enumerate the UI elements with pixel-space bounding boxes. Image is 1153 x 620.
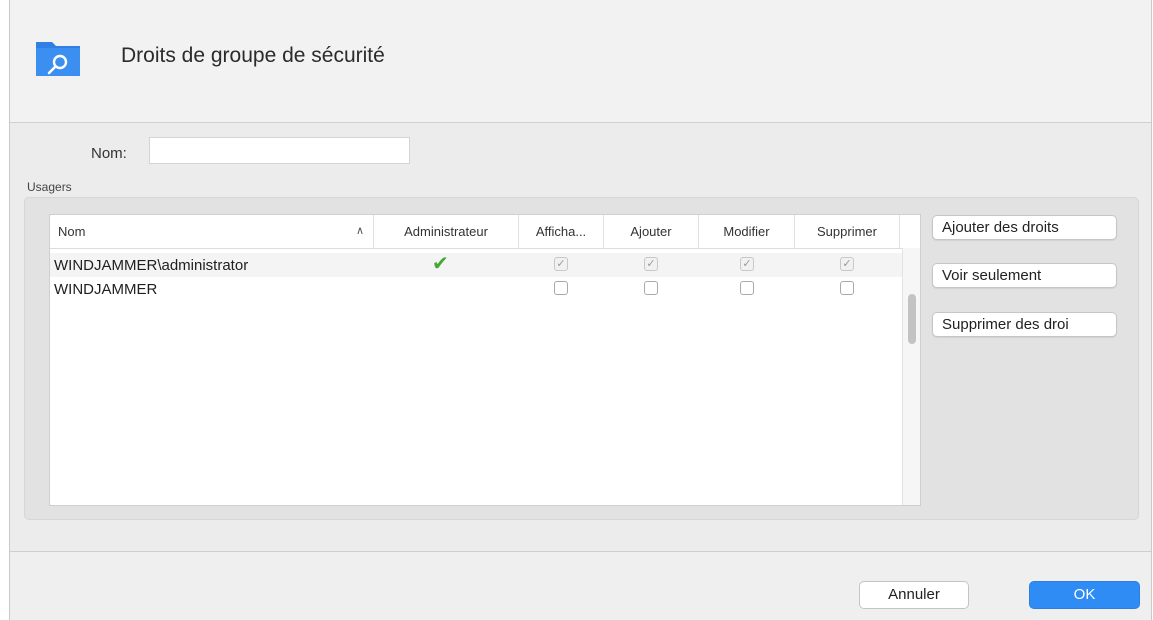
view-only-button[interactable]: Voir seulement — [932, 263, 1117, 288]
delete-checkbox[interactable]: ✓ — [840, 257, 854, 271]
vertical-scrollbar[interactable] — [902, 248, 920, 505]
dialog-header: Droits de groupe de sécurité — [10, 0, 1151, 123]
column-header-administrateur[interactable]: Administrateur — [374, 215, 519, 248]
add-checkbox[interactable]: ✓ — [644, 257, 658, 271]
admin-check-icon: ✔ — [432, 253, 449, 275]
view-checkbox[interactable]: ✓ — [554, 257, 568, 271]
modify-checkbox[interactable]: ✓ — [740, 257, 754, 271]
users-section-label: Usagers — [27, 180, 72, 194]
sort-ascending-icon: ∧ — [356, 225, 365, 237]
add-rights-button[interactable]: Ajouter des droits — [932, 215, 1117, 240]
dialog-title: Droits de groupe de sécurité — [121, 44, 385, 67]
name-label: Nom: — [91, 145, 127, 162]
security-rights-dialog: Droits de groupe de sécurité Nom: Usager… — [9, 0, 1152, 620]
delete-checkbox[interactable] — [840, 281, 854, 295]
remove-rights-button[interactable]: Supprimer des droi — [932, 312, 1117, 337]
scrollbar-thumb[interactable] — [908, 294, 916, 344]
cancel-button[interactable]: Annuler — [859, 581, 969, 609]
folder-key-icon — [34, 36, 82, 78]
column-header-nom[interactable]: Nom ∧ — [50, 215, 374, 248]
user-name-cell: WINDJAMMER — [54, 281, 158, 298]
ok-button[interactable]: OK — [1029, 581, 1140, 609]
view-checkbox[interactable] — [554, 281, 568, 295]
column-label-nom: Nom — [58, 224, 86, 239]
dialog-footer — [10, 552, 1151, 620]
column-header-ajouter[interactable]: Ajouter — [604, 215, 699, 248]
add-checkbox[interactable] — [644, 281, 658, 295]
table-header: Nom ∧ Administrateur Afficha... Ajouter … — [50, 215, 920, 249]
user-name-cell: WINDJAMMER\administrator — [54, 257, 249, 274]
column-header-modifier[interactable]: Modifier — [699, 215, 795, 248]
name-field[interactable] — [149, 137, 410, 164]
modify-checkbox[interactable] — [740, 281, 754, 295]
table-row[interactable]: WINDJAMMER — [50, 277, 902, 301]
table-row[interactable]: WINDJAMMER\administrator ✔ ✓ ✓ ✓ ✓ — [50, 253, 902, 277]
column-header-supprimer[interactable]: Supprimer — [795, 215, 900, 248]
users-rights-table: Nom ∧ Administrateur Afficha... Ajouter … — [49, 214, 921, 506]
column-header-affichage[interactable]: Afficha... — [519, 215, 604, 248]
